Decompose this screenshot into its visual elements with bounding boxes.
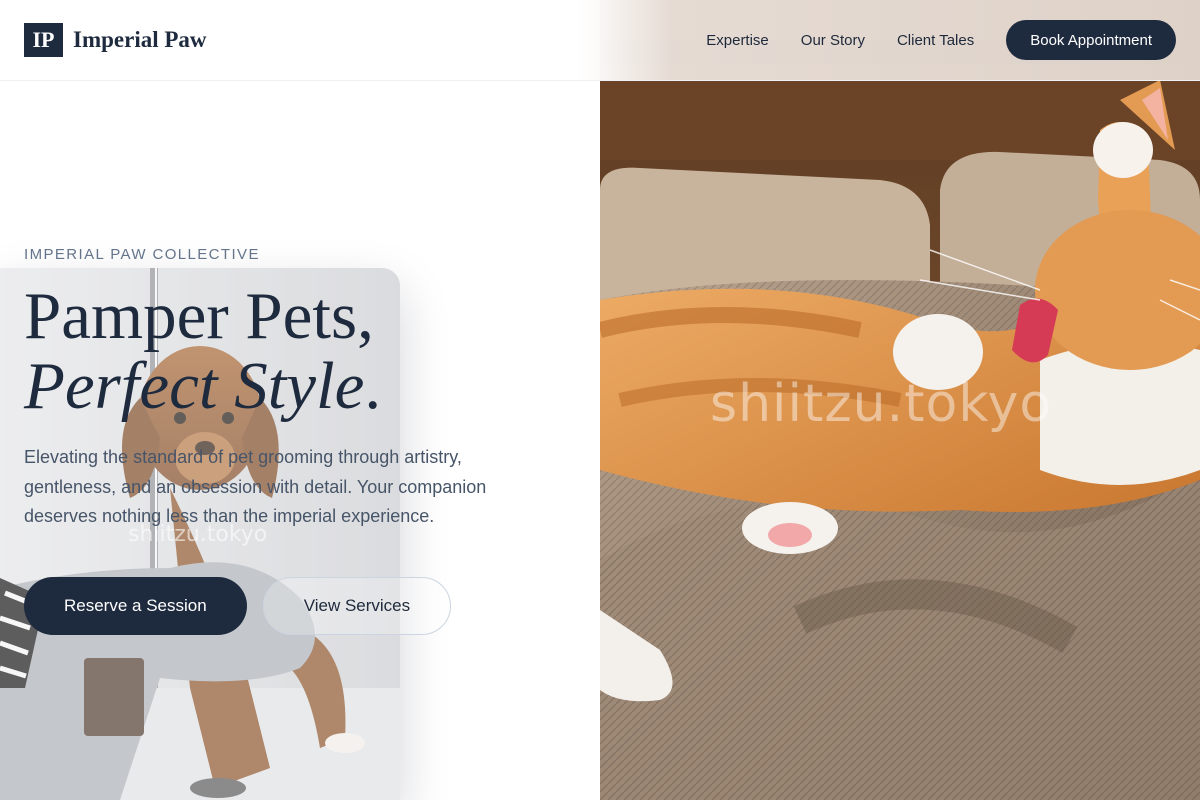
headline-period: . (364, 349, 382, 423)
brand-logo[interactable]: IP Imperial Paw (24, 23, 207, 57)
cat-illustration (600, 0, 1200, 800)
hero-eyebrow: IMPERIAL PAW COLLECTIVE (24, 246, 260, 263)
hero-copy: IMPERIAL PAW COLLECTIVE Pamper Pets, Per… (24, 246, 584, 532)
view-services-button[interactable]: View Services (262, 577, 452, 635)
brand-name: Imperial Paw (73, 27, 207, 52)
nav-link-client-tales[interactable]: Client Tales (897, 32, 974, 49)
book-appointment-button[interactable]: Book Appointment (1006, 20, 1176, 60)
headline-line-2-italic: Perfect Style (24, 349, 365, 423)
reserve-session-button[interactable]: Reserve a Session (24, 577, 247, 635)
site-header: IP Imperial Paw Expertise Our Story Clie… (0, 0, 1200, 81)
main-nav: Expertise Our Story Client Tales Book Ap… (706, 20, 1176, 60)
hero-actions: Reserve a Session View Services (24, 577, 452, 635)
nav-link-expertise[interactable]: Expertise (706, 32, 769, 49)
nav-link-our-story[interactable]: Our Story (801, 32, 865, 49)
hero-headline: Pamper Pets, Perfect Style. (24, 281, 584, 421)
hero-cat-photo: shiitzu.tokyo (600, 0, 1200, 800)
headline-line-1: Pamper Pets, (24, 279, 374, 353)
logo-monogram: IP (24, 23, 63, 57)
hero-description: Elevating the standard of pet grooming t… (24, 447, 487, 526)
